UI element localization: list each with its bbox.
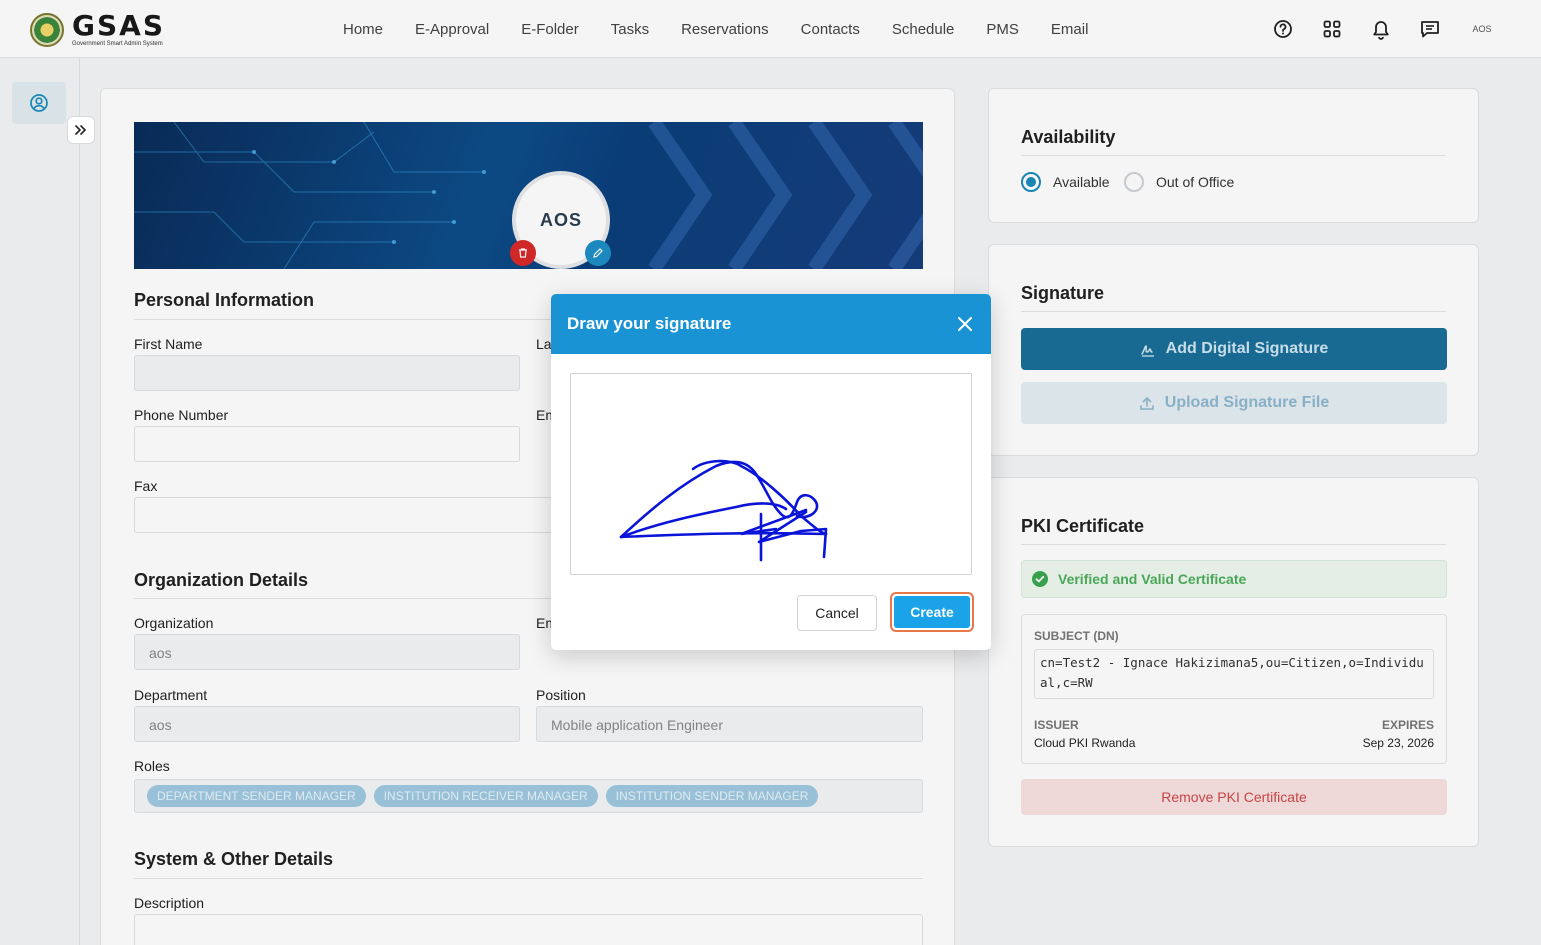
create-button[interactable]: Create: [894, 596, 970, 628]
drawn-signature: [619, 459, 828, 562]
modal-title: Draw your signature: [567, 314, 732, 333]
signature-modal: Draw your signature Cancel Create: [551, 294, 991, 650]
modal-close-button[interactable]: [953, 312, 977, 336]
close-icon: [958, 317, 972, 331]
signature-canvas[interactable]: [570, 373, 972, 575]
cancel-button[interactable]: Cancel: [797, 595, 877, 631]
sidebar-expand-button[interactable]: [67, 116, 95, 144]
create-button-focus-ring[interactable]: Create: [890, 592, 974, 632]
modal-header: Draw your signature: [551, 294, 991, 354]
chevrons-right-icon: [75, 125, 86, 135]
